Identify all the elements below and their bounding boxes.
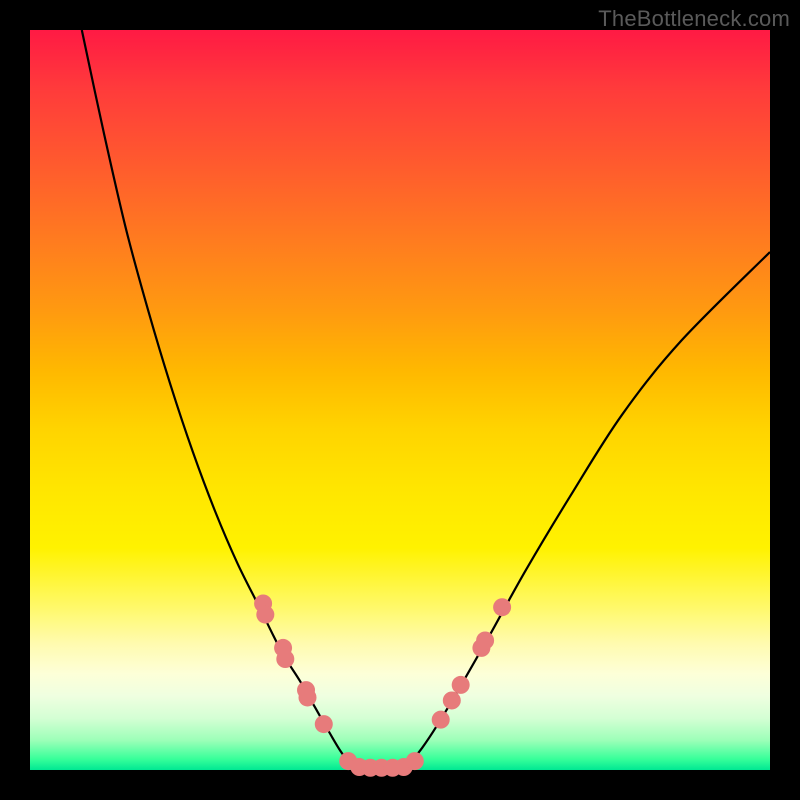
chart-overlay [30,30,770,770]
data-point [256,606,274,624]
data-point [493,598,511,616]
watermark-text: TheBottleneck.com [598,6,790,32]
data-point [432,711,450,729]
data-point [476,632,494,650]
data-point [406,752,424,770]
outer-frame: TheBottleneck.com [0,0,800,800]
data-point [315,715,333,733]
data-point [299,688,317,706]
data-point [452,676,470,694]
data-point [443,691,461,709]
markers [254,595,511,777]
left-curve [82,30,352,766]
curves [82,30,770,766]
data-point [276,650,294,668]
